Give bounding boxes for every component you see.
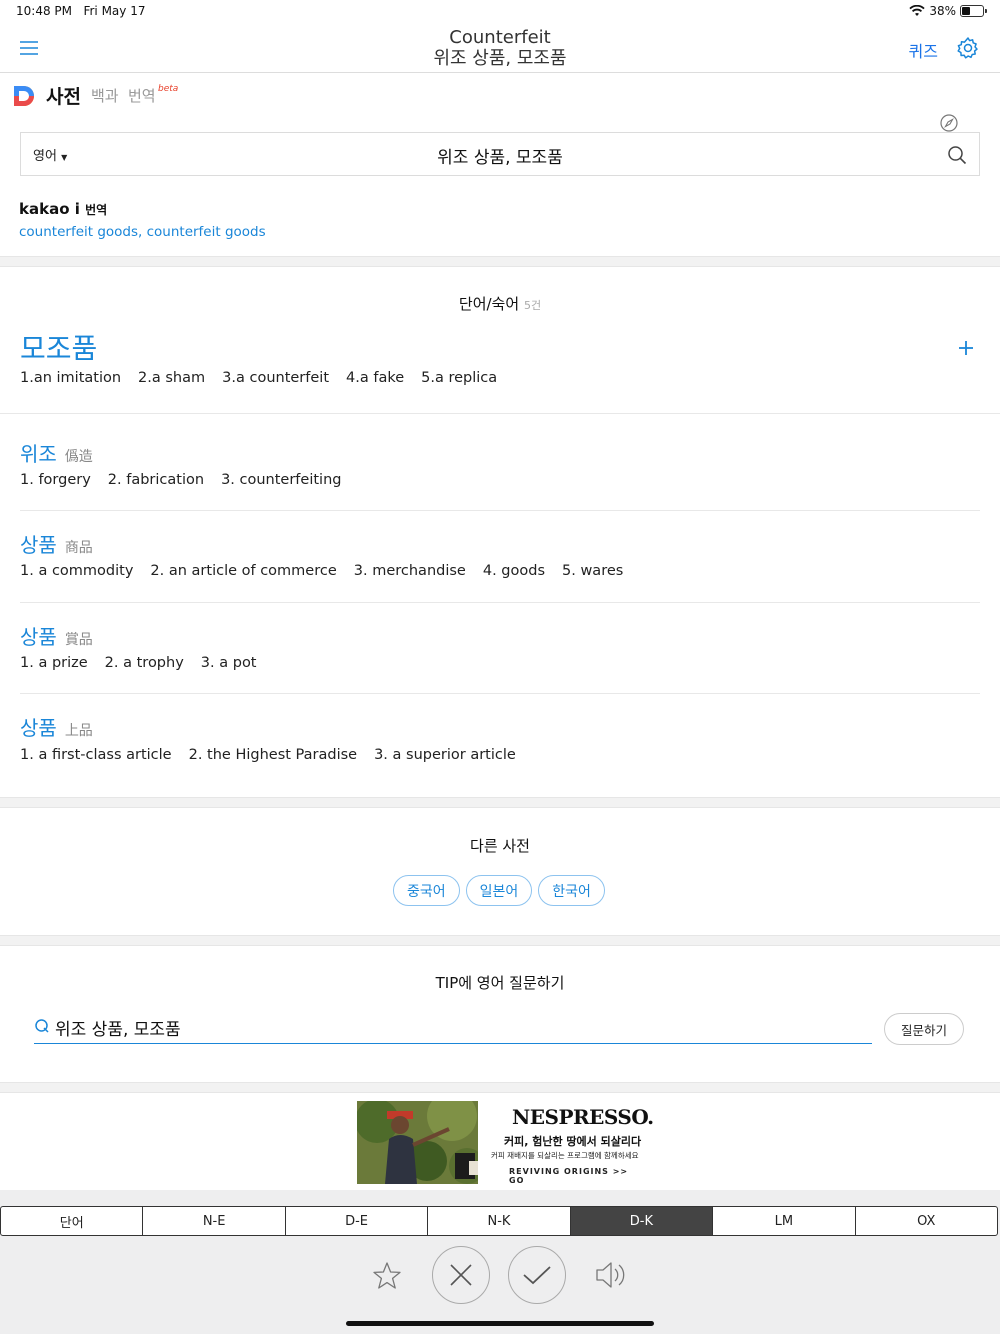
status-right: 38% <box>909 4 987 18</box>
status-bar: 10:48 PM Fri May 17 38% <box>0 0 1000 24</box>
wrong-button[interactable] <box>432 1246 490 1304</box>
segment-d-e[interactable]: D-E <box>286 1207 429 1235</box>
section-separator <box>0 256 1000 267</box>
segment-lm[interactable]: LM <box>713 1207 856 1235</box>
search-box: 영어 ▼ 위조 상품, 모조품 <box>20 132 980 176</box>
meaning-item: 2. fabrication <box>107 472 205 488</box>
divider <box>20 693 980 694</box>
speaker-icon[interactable] <box>594 1258 630 1292</box>
ad-photo <box>357 1101 478 1184</box>
compass-icon[interactable] <box>940 114 958 132</box>
entry-word[interactable]: 상품 上品 <box>20 712 93 741</box>
meaning-item: 3. merchandise <box>353 563 466 579</box>
correct-button[interactable] <box>508 1246 566 1304</box>
entry-meanings: 1. a prize 2. a trophy 3. a pot <box>20 655 257 671</box>
other-dicts-title: 다른 사전 <box>0 835 1000 856</box>
meaning-item: 3. a pot <box>200 655 257 671</box>
entry-meanings: 1. a commodity 2. an article of commerce… <box>20 563 623 579</box>
dict-header: 사전 백과 번역 beta <box>0 73 1000 117</box>
meaning-item: 3.a counterfeit <box>222 370 330 386</box>
ad-brand: NESPRESSO. <box>512 1105 654 1129</box>
page-subtitle: 위조 상품, 모조품 <box>433 48 567 69</box>
kakao-translation: kakao i 번역 counterfeit goods, counterfei… <box>19 200 266 240</box>
daum-logo-icon[interactable] <box>12 84 36 108</box>
meaning-item: 2.a sham <box>138 370 206 386</box>
divider <box>20 510 980 511</box>
bottom-toolbar: 단어 N-E D-E N-K D-K LM OX <box>0 1190 1000 1334</box>
kakao-brand: kakao i 번역 <box>19 200 108 218</box>
entry-meanings: 1. a first-class article 2. the Highest … <box>20 747 516 763</box>
segment-word[interactable]: 단어 <box>1 1207 144 1235</box>
ad-cta: REVIVING ORIGINS >> GO <box>509 1167 629 1185</box>
page-title: Counterfeit <box>449 27 551 48</box>
ad-banner[interactable]: NESPRESSO. 커피, 험난한 땅에서 되살리다 커피 재배지를 되살리는… <box>357 1101 654 1185</box>
dict-japanese-button[interactable]: 일본어 <box>465 875 533 906</box>
battery-icon <box>960 5 987 17</box>
nav-bar: Counterfeit 위조 상품, 모조품 퀴즈 <box>0 24 1000 73</box>
dict-chinese-button[interactable]: 중국어 <box>393 875 460 906</box>
ask-button[interactable]: 질문하기 <box>884 1013 964 1045</box>
dict-title[interactable]: 사전 <box>46 82 81 109</box>
tip-title: TIP에 영어 질문하기 <box>0 972 1000 993</box>
meaning-item: 1.an imitation <box>20 370 122 386</box>
entry-word[interactable]: 위조 僞造 <box>20 438 93 467</box>
main-entry-meanings: 1.an imitation 2.a sham 3.a counterfeit … <box>20 370 497 386</box>
close-icon <box>450 1264 472 1286</box>
kakao-translation-text[interactable]: counterfeit goods, counterfeit goods <box>19 224 266 240</box>
star-icon[interactable] <box>371 1260 403 1292</box>
home-indicator <box>346 1321 654 1326</box>
segment-n-e[interactable]: N-E <box>143 1207 286 1235</box>
q-icon <box>35 1019 49 1033</box>
tip-question-input[interactable]: 위조 상품, 모조품 <box>34 1012 872 1044</box>
check-icon <box>523 1266 551 1285</box>
nav-title: Counterfeit 위조 상품, 모조품 <box>0 27 1000 69</box>
search-input[interactable]: 위조 상품, 모조품 <box>21 143 979 168</box>
search-icon[interactable] <box>947 145 967 165</box>
dict-korean-button[interactable]: 한국어 <box>538 875 605 906</box>
meaning-item: 4. goods <box>482 563 545 579</box>
segment-ox[interactable]: OX <box>856 1207 997 1235</box>
add-wordbook-icon[interactable] <box>956 338 976 358</box>
mode-segmented-control: 단어 N-E D-E N-K D-K LM OX <box>0 1206 998 1236</box>
tab-encyclopedia[interactable]: 백과 <box>91 85 119 106</box>
quiz-button[interactable]: 퀴즈 <box>909 38 938 62</box>
segment-d-k[interactable]: D-K <box>570 1207 714 1235</box>
segment-n-k[interactable]: N-K <box>428 1207 571 1235</box>
wifi-icon <box>909 5 925 16</box>
meaning-item: 5. wares <box>562 563 624 579</box>
divider <box>20 602 980 603</box>
section-separator <box>0 1082 1000 1093</box>
meaning-item: 2. an article of commerce <box>150 563 337 579</box>
meaning-item: 1. a prize <box>20 655 88 671</box>
entry-word[interactable]: 상품 賞品 <box>20 621 93 650</box>
meaning-item: 3. counterfeiting <box>221 472 342 488</box>
divider <box>0 413 1000 414</box>
other-dicts-list: 중국어 일본어 한국어 <box>393 875 605 906</box>
ad-headline: 커피, 험난한 땅에서 되살리다 <box>504 1135 642 1148</box>
ad-subline: 커피 재배지를 되살리는 프로그램에 함께하세요 <box>491 1151 639 1160</box>
entry-meanings: 1. forgery 2. fabrication 3. counterfeit… <box>20 472 341 488</box>
meaning-item: 1. forgery <box>20 472 91 488</box>
meaning-item: 2. a trophy <box>104 655 184 671</box>
beta-badge: beta <box>158 84 179 94</box>
main-entry-word[interactable]: 모조품 <box>20 327 97 367</box>
gear-icon[interactable] <box>956 36 980 60</box>
meaning-item: 5.a replica <box>421 370 498 386</box>
battery-percent: 38% <box>929 4 956 18</box>
status-time: 10:48 PM Fri May 17 <box>16 4 146 18</box>
section-separator <box>0 935 1000 946</box>
tab-translate[interactable]: 번역 <box>128 85 156 106</box>
tip-question-value: 위조 상품, 모조품 <box>55 1020 181 1040</box>
meaning-item: 3. a superior article <box>374 747 516 763</box>
meaning-item: 4.a fake <box>346 370 405 386</box>
meaning-item: 1. a commodity <box>20 563 134 579</box>
entry-word[interactable]: 상품 商品 <box>20 529 93 558</box>
words-section-title: 단어/숙어 5건 <box>0 293 1000 314</box>
meaning-item: 2. the Highest Paradise <box>188 747 358 763</box>
meaning-item: 1. a first-class article <box>20 747 172 763</box>
section-separator <box>0 797 1000 808</box>
